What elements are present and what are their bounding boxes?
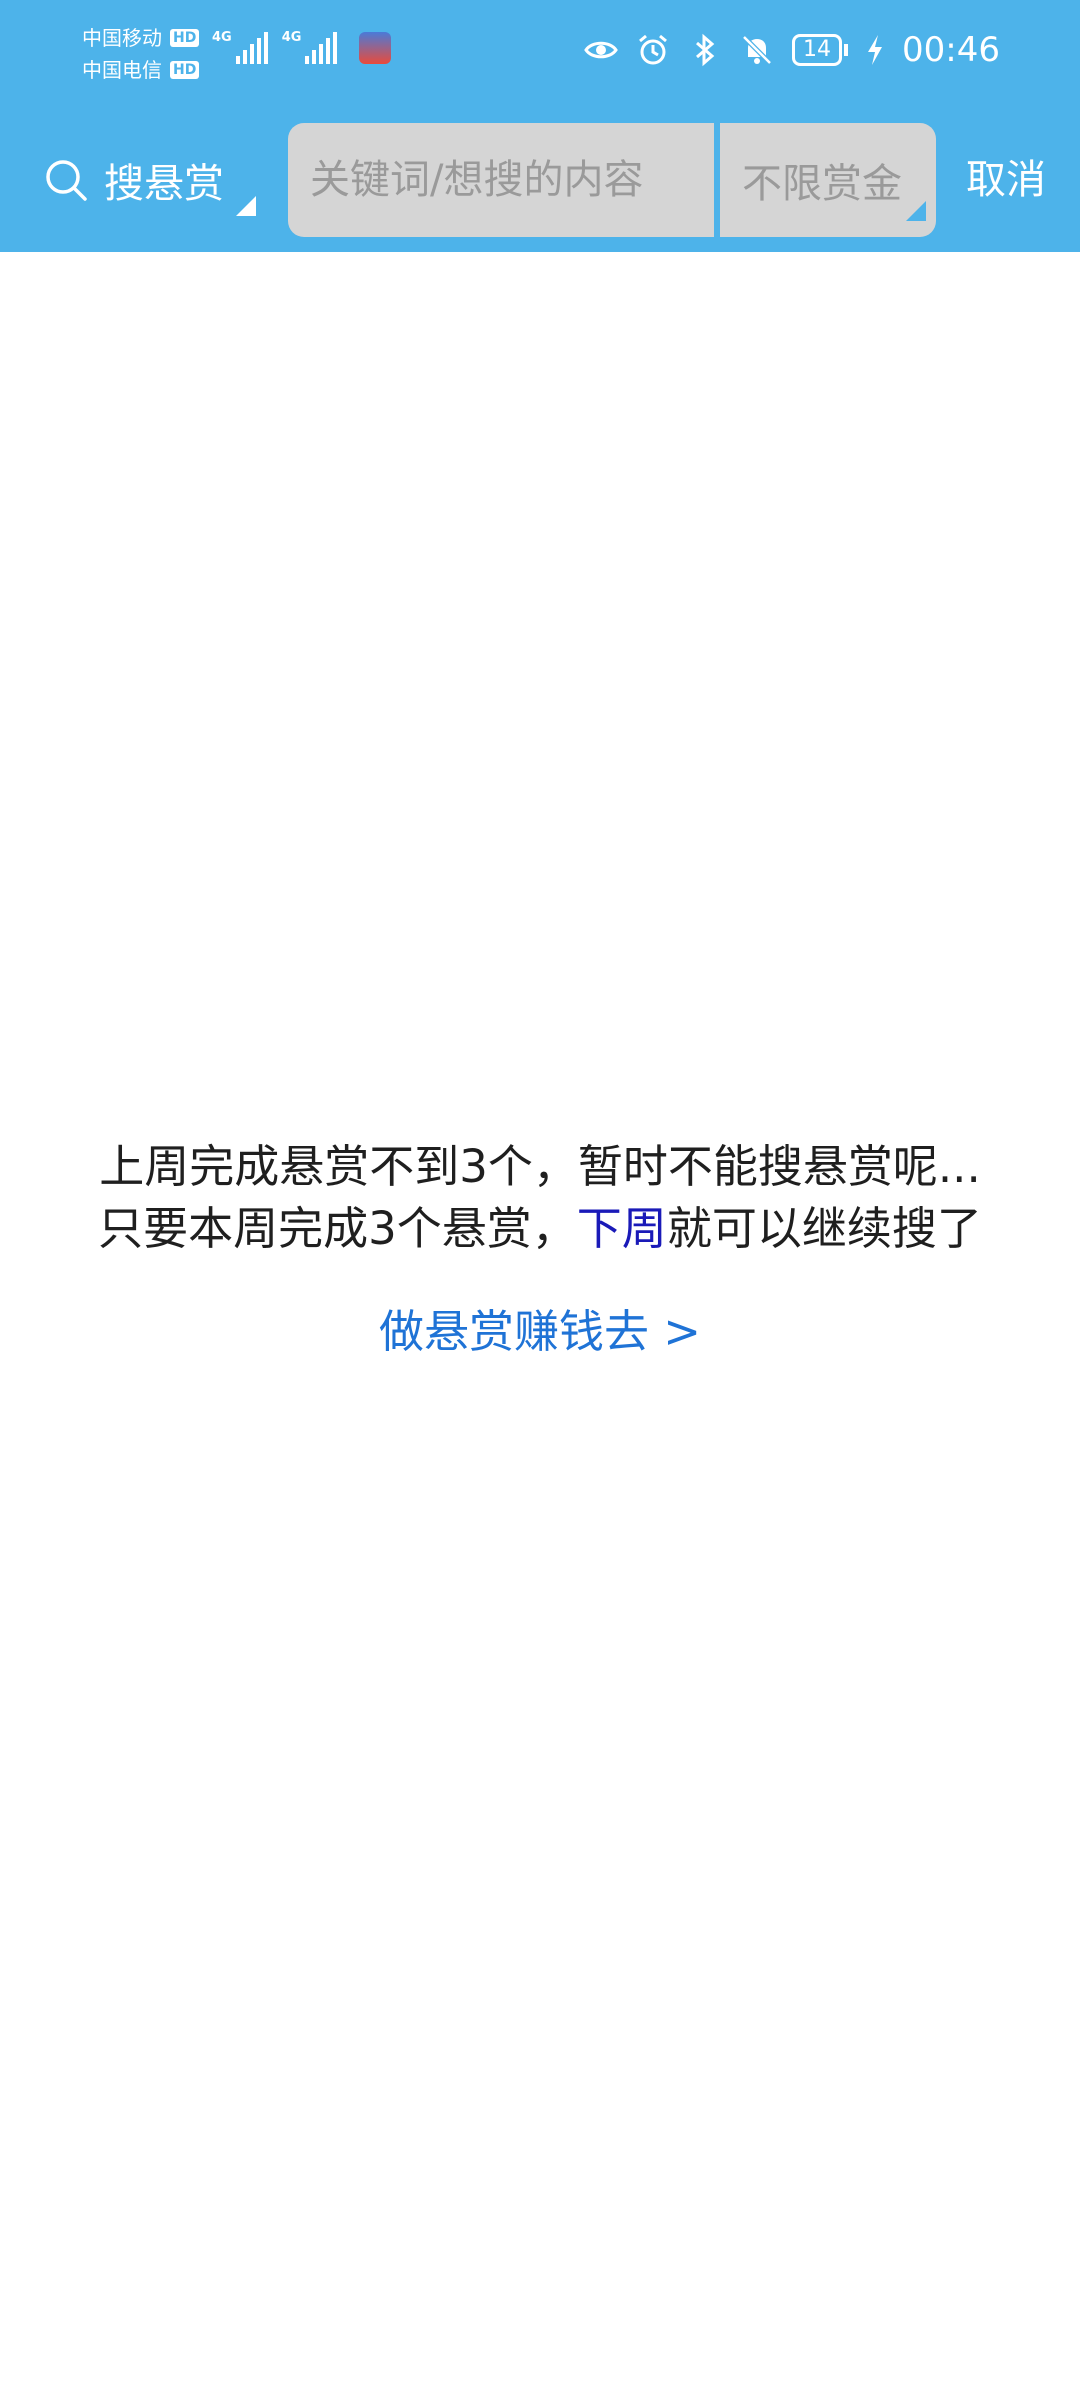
- network-type-2: 4G: [281, 30, 302, 45]
- next-week-highlight: 下周: [576, 1202, 667, 1255]
- reward-filter-label: 不限赏金: [742, 161, 902, 207]
- search-type-selector[interactable]: 搜悬赏: [44, 150, 256, 216]
- signal-bars-icon: [305, 30, 338, 64]
- message-line-2-suffix: 就可以继续搜了: [666, 1202, 982, 1255]
- mute-bell-icon: [742, 35, 772, 65]
- message-line-2-prefix: 只要本周完成3个悬赏，: [98, 1202, 577, 1255]
- bluetooth-icon: [696, 33, 715, 67]
- carrier-info: 中国移动 HD 中国电信 HD: [82, 22, 200, 86]
- battery-icon: 14: [792, 34, 849, 66]
- search-icon: [46, 160, 87, 201]
- carrier-name-1: 中国移动: [82, 26, 162, 50]
- carrier-name-2: 中国电信: [82, 58, 162, 82]
- search-input[interactable]: [288, 123, 714, 237]
- signal-group-2: 4G: [282, 30, 338, 64]
- reward-filter-dropdown[interactable]: 不限赏金: [720, 123, 936, 237]
- dropdown-triangle-icon: [906, 201, 926, 221]
- do-bounty-link[interactable]: 做悬赏赚钱去 >: [0, 1295, 1080, 1360]
- signal-group-1: 4G: [212, 30, 268, 64]
- hd-badge-2: HD: [170, 61, 200, 79]
- message-line-1: 上周完成悬赏不到3个，暂时不能搜悬赏呢...: [99, 1140, 981, 1193]
- status-right: 14 00:46: [584, 30, 1000, 70]
- dropdown-triangle-icon: [236, 196, 256, 216]
- app-notification-icon: [359, 32, 392, 64]
- restriction-message: 上周完成悬赏不到3个，暂时不能搜悬赏呢... 只要本周完成3个悬赏，下周就可以继…: [0, 1136, 1080, 1260]
- carrier-line-2: 中国电信 HD: [82, 54, 200, 86]
- alarm-icon: [639, 34, 667, 65]
- hd-badge-1: HD: [170, 29, 200, 47]
- search-header: 搜悬赏 不限赏金 取消: [0, 110, 1080, 252]
- screen: 中国移动 HD 中国电信 HD 4G 4G 14 00:46 搜悬赏 关键词/想…: [0, 0, 1080, 2400]
- message-line-2: 只要本周完成3个悬赏，下周就可以继续搜了: [0, 1198, 1080, 1260]
- clock: 00:46: [902, 30, 1000, 70]
- cancel-button[interactable]: 取消: [966, 150, 1046, 210]
- search-type-label: 搜悬赏: [104, 161, 224, 207]
- network-type-1: 4G: [212, 30, 232, 45]
- eye-icon: [584, 41, 618, 59]
- carrier-line-1: 中国移动 HD: [82, 22, 200, 54]
- signal-indicators: 4G 4G: [212, 30, 392, 64]
- status-bar: 中国移动 HD 中国电信 HD 4G 4G 14 00:46: [0, 0, 1080, 110]
- charging-icon: [868, 35, 883, 65]
- battery-level: 14: [792, 34, 843, 66]
- signal-bars-icon: [235, 30, 268, 64]
